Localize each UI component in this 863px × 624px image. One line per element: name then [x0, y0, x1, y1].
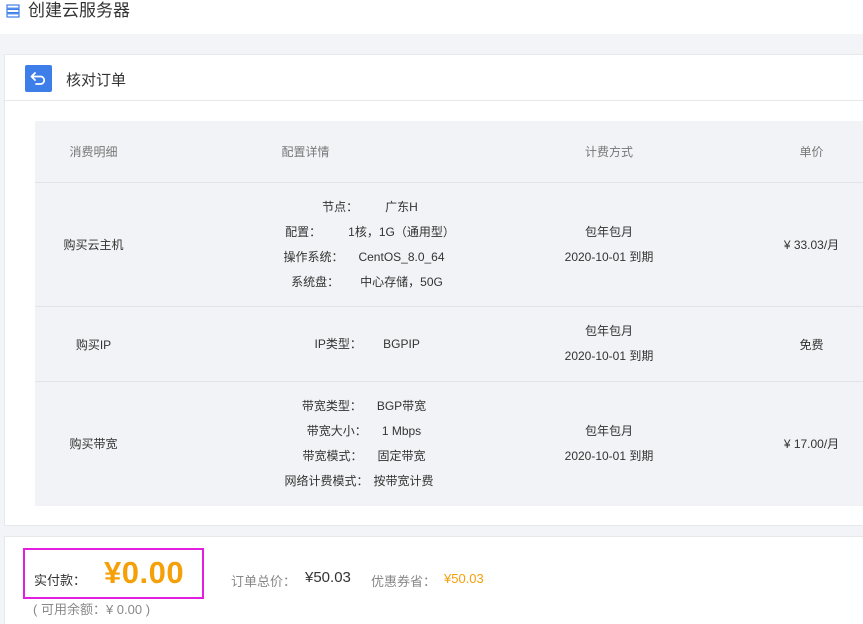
row-details: 节点： 广东H 配置： 1核，1G（通用型） 操作系统： CentOS_8.0_64 … — [152, 182, 459, 307]
billing-mode: 包年包月 — [584, 224, 633, 239]
pay-amount: ¥0.00 — [104, 555, 185, 590]
detail-line: 带宽模式： 固定带宽 — [254, 444, 459, 469]
detail-value: 1 Mbps — [381, 423, 422, 438]
coupon-saving-label: 优惠券省： — [371, 574, 437, 589]
detail-line: 操作系统： CentOS_8.0_64 — [254, 245, 459, 270]
detail-line: 配置： 1核，1G（通用型） — [254, 220, 459, 245]
page-header: 创建云服务器 — [0, 0, 863, 34]
detail-value: 广东H — [385, 199, 418, 214]
expire-date: 2020-10-01 到期 — [564, 448, 654, 463]
row-price: ¥ 17.00/月 — [783, 437, 840, 452]
detail-key: 带宽模式： — [302, 448, 363, 463]
detail-key: 带宽类型： — [301, 398, 362, 413]
expire-date: 2020-10-01 到期 — [564, 249, 654, 264]
detail-line: 带宽大小： 1 Mbps — [254, 419, 459, 444]
header-price: 单价 — [759, 121, 863, 183]
card-title: 核对订单 — [66, 72, 127, 89]
page-title: 创建云服务器 — [28, 1, 130, 20]
row-details: IP类型： BGPIP — [152, 306, 459, 382]
detail-key: 操作系统： — [283, 249, 344, 264]
detail-value: BGPIP — [383, 336, 420, 351]
order-review-card: 核对订单 消费明细 配置详情 计费方式 单价 购买云主机 节点： 广东H 配置： 1… — [4, 54, 863, 526]
detail-line: 网络计费模式： 按带宽计费 — [254, 469, 459, 494]
detail-line: IP类型： BGPIP — [254, 332, 459, 357]
detail-value: BGP带宽 — [376, 398, 427, 413]
row-billing: 包年包月 2020-10-01 到期 — [459, 182, 759, 307]
detail-key: 系统盘： — [291, 274, 340, 289]
row-details: 带宽类型： BGP带宽 带宽大小： 1 Mbps 带宽模式： 固定带宽 网络计费模式：… — [152, 382, 459, 506]
row-price: ¥ 33.03/月 — [759, 182, 863, 307]
row-billing: 包年包月 2020-10-01 到期 — [459, 306, 759, 382]
detail-key: 配置： — [285, 224, 322, 239]
detail-line: 带宽类型： BGP带宽 — [254, 394, 459, 419]
detail-key: 带宽大小： — [306, 423, 367, 438]
order-total-label: 订单总价： — [231, 574, 297, 589]
row-item: 购买云主机 — [35, 182, 152, 307]
billing-mode: 包年包月 — [584, 324, 633, 338]
order-total-value: ¥50.03 — [305, 569, 351, 586]
header-details: 配置详情 — [152, 121, 459, 183]
detail-key: IP类型： — [314, 336, 362, 351]
detail-key: 网络计费模式： — [284, 473, 369, 488]
card-header: 核对订单 — [5, 55, 863, 101]
header-item: 消费明细 — [35, 121, 152, 183]
back-arrow-icon — [30, 72, 46, 85]
row-price: 免费 — [759, 306, 863, 382]
detail-value: CentOS_8.0_64 — [358, 249, 445, 264]
back-button[interactable] — [25, 65, 52, 92]
detail-line: 系统盘： 中心存储，50G — [254, 270, 459, 295]
detail-value: 固定带宽 — [377, 448, 426, 463]
row-billing: 包年包月 2020-10-01 到期 — [459, 382, 759, 506]
detail-key: 节点： — [322, 199, 359, 214]
detail-value: 按带宽计费 — [373, 473, 434, 488]
coupon-saving-value: ¥50.03 — [444, 571, 484, 586]
detail-line: 节点： 广东H — [254, 195, 459, 220]
detail-value: 1核，1G（通用型） — [348, 224, 455, 239]
header-billing: 计费方式 — [459, 121, 759, 183]
billing-mode: 包年包月 — [584, 423, 633, 438]
table-row: 购买带宽 带宽类型： BGP带宽 带宽大小： 1 Mbps 带宽模式： 固定带宽 网络… — [35, 382, 863, 506]
expire-date: 2020-10-01 到期 — [564, 349, 654, 363]
server-list-icon — [6, 4, 20, 18]
pay-label: 实付款： — [34, 573, 87, 588]
table-header-row: 消费明细 配置详情 计费方式 单价 — [35, 121, 863, 183]
available-balance: ( 可用余额：¥ 0.00 ) — [33, 602, 151, 617]
table-row: 购买IP IP类型： BGPIP 包年包月 2020-10-01 到期 免费 — [35, 306, 863, 382]
table-row: 购买云主机 节点： 广东H 配置： 1核，1G（通用型） 操作系统： CentOS_8… — [35, 182, 863, 307]
detail-value: 中心存储，50G — [360, 274, 443, 289]
order-table: 消费明细 配置详情 计费方式 单价 购买云主机 节点： 广东H 配置： 1核，1G（… — [35, 121, 863, 506]
row-item: 购买带宽 — [69, 437, 118, 452]
row-item: 购买IP — [35, 306, 152, 382]
